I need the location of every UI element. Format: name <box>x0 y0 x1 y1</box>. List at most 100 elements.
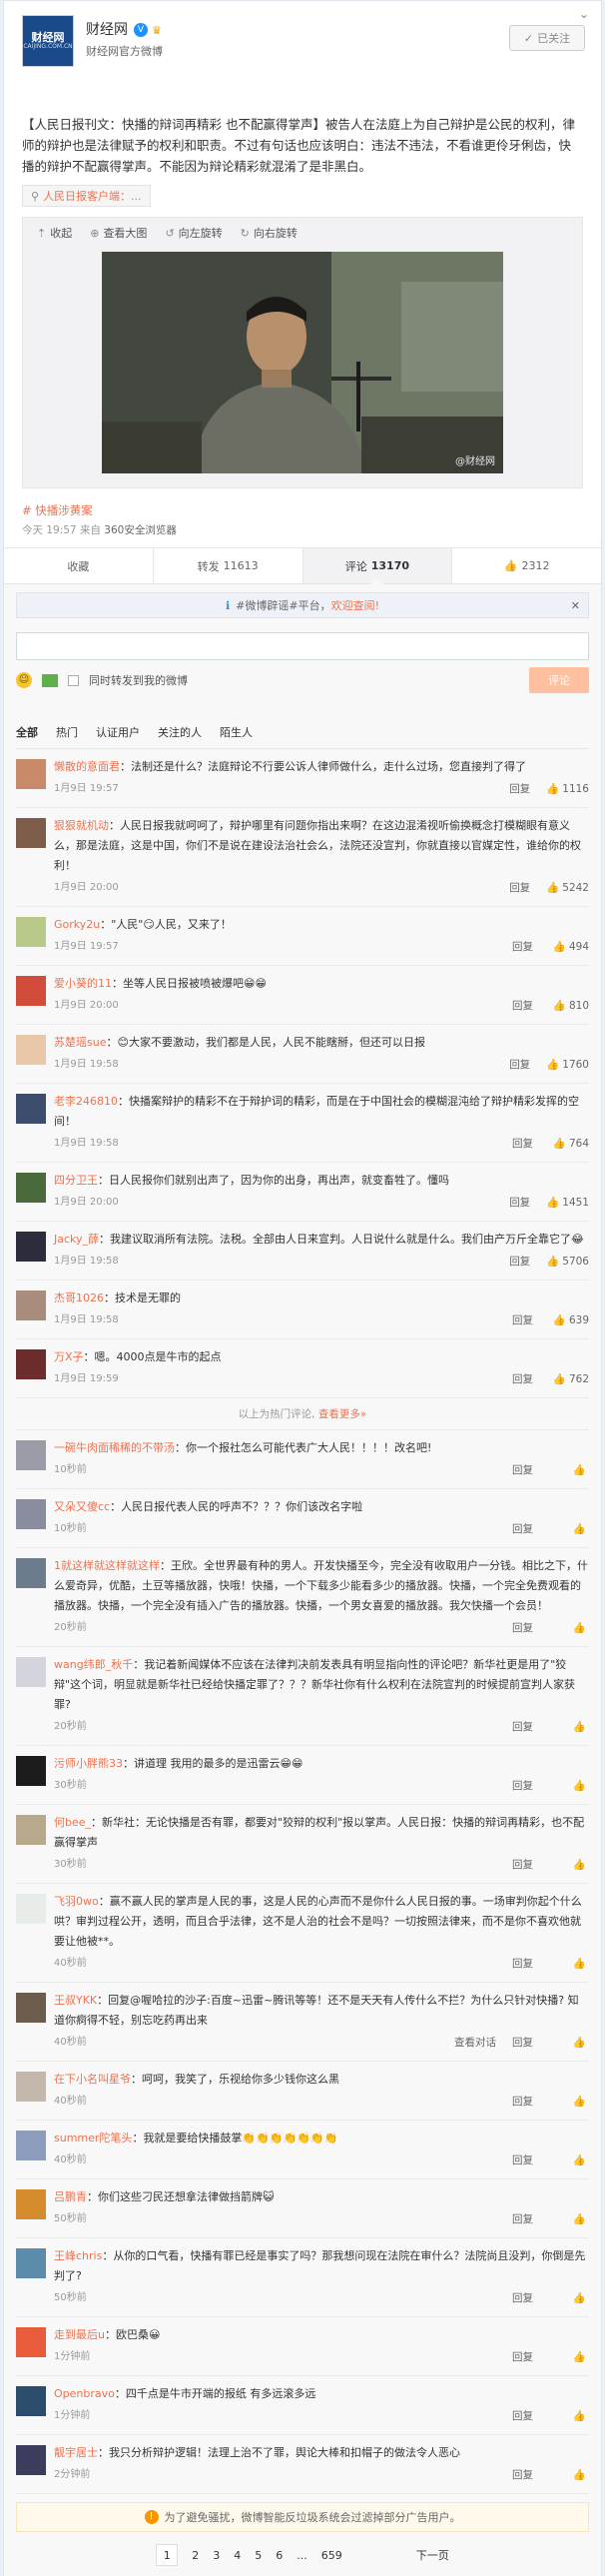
commenter-avatar[interactable] <box>16 818 46 848</box>
comment-like-button[interactable]: 👍 639 <box>549 1310 589 1330</box>
account-name[interactable]: 财经网 V ♛ <box>86 19 162 39</box>
chevron-down-icon[interactable]: ⌄ <box>579 7 589 21</box>
page-link[interactable]: 3 <box>213 2549 220 2562</box>
commenter-name[interactable]: 飞羽0wo <box>54 1895 99 1908</box>
post-time[interactable]: 今天 19:57 <box>22 524 77 536</box>
commenter-name[interactable]: 走到最后u <box>54 2328 105 2341</box>
reply-button[interactable]: 回复 <box>512 2092 533 2112</box>
collect-button[interactable]: 收藏 <box>4 548 154 583</box>
reply-button[interactable]: 回复 <box>512 1855 533 1875</box>
page-link[interactable]: 1 <box>156 2544 179 2566</box>
reply-button[interactable]: 回复 <box>512 1369 533 1389</box>
commenter-avatar[interactable] <box>16 1657 46 1687</box>
reply-button[interactable]: 回复 <box>512 937 533 957</box>
comment-like-button[interactable]: 👍 <box>549 1618 589 1638</box>
commenter-avatar[interactable] <box>16 1756 46 1786</box>
comment-like-button[interactable]: 👍 <box>549 1776 589 1796</box>
reply-button[interactable]: 回复 <box>509 1055 530 1075</box>
comment-like-button[interactable]: 👍 <box>549 1460 589 1480</box>
comment-like-button[interactable]: 👍 1451 <box>546 1193 589 1213</box>
comment-button[interactable]: 评论 13170 <box>302 548 453 584</box>
filter-all[interactable]: 全部 <box>16 724 38 740</box>
filter-hot[interactable]: 热门 <box>56 724 78 740</box>
comment-like-button[interactable]: 👍 <box>549 2288 589 2308</box>
comment-like-button[interactable]: 👍 <box>549 1954 589 1974</box>
comment-like-button[interactable]: 👍 <box>549 1717 589 1737</box>
commenter-avatar[interactable] <box>16 976 46 1006</box>
commenter-avatar[interactable] <box>16 1035 46 1065</box>
commenter-name[interactable]: 狠狠就机动 <box>54 819 109 832</box>
post-photo[interactable]: @财经网 <box>102 252 503 473</box>
comment-like-button[interactable]: 👍 764 <box>549 1134 589 1154</box>
page-link[interactable]: 5 <box>255 2549 262 2562</box>
commenter-avatar[interactable] <box>16 2327 46 2357</box>
repost-button[interactable]: 转发 11613 <box>154 548 303 583</box>
reply-button[interactable]: 回复 <box>512 1954 533 1974</box>
commenter-avatar[interactable] <box>16 2386 46 2416</box>
commenter-avatar[interactable] <box>16 1173 46 1203</box>
reply-button[interactable]: 回复 <box>512 2209 533 2229</box>
commenter-name[interactable]: 王峰chris <box>54 2249 102 2262</box>
reply-button[interactable]: 回复 <box>512 1618 533 1638</box>
reply-button[interactable]: 回复 <box>512 1717 533 1737</box>
reply-button[interactable]: 回复 <box>512 1776 533 1796</box>
source-tag[interactable]: ⚲ 人民日报客户端：... <box>22 185 151 207</box>
commenter-name[interactable]: summer陀笔头 <box>54 2132 132 2145</box>
reply-button[interactable]: 回复 <box>512 1460 533 1480</box>
next-page-button[interactable]: 下一页 <box>416 2547 449 2563</box>
comment-like-button[interactable]: 👍 <box>549 2033 589 2053</box>
commenter-avatar[interactable] <box>16 1440 46 1470</box>
emoji-icon[interactable]: ☺ <box>16 672 32 688</box>
commenter-name[interactable]: 懒散的意面君 <box>54 760 120 773</box>
comment-like-button[interactable]: 👍 <box>549 2150 589 2170</box>
commenter-avatar[interactable] <box>16 1349 46 1379</box>
filter-verified[interactable]: 认证用户 <box>96 724 140 740</box>
comment-like-button[interactable]: 👍 1116 <box>546 779 589 799</box>
reply-button[interactable]: 回复 <box>509 1252 530 1272</box>
comment-like-button[interactable]: 👍 1760 <box>546 1055 589 1075</box>
comment-like-button[interactable]: 👍 <box>549 2092 589 2112</box>
reply-button[interactable]: 回复 <box>512 2033 533 2053</box>
commenter-avatar[interactable] <box>16 1558 46 1588</box>
reply-button[interactable]: 回复 <box>512 2406 533 2426</box>
reply-button[interactable]: 回复 <box>512 1134 533 1154</box>
comment-input[interactable] <box>16 632 589 660</box>
reply-button[interactable]: 回复 <box>512 2150 533 2170</box>
commenter-avatar[interactable] <box>16 1993 46 2023</box>
image-icon[interactable] <box>42 673 58 687</box>
commenter-avatar[interactable] <box>16 1290 46 1320</box>
comment-like-button[interactable]: 👍 <box>549 2209 589 2229</box>
reply-button[interactable]: 回复 <box>509 878 530 898</box>
comment-like-button[interactable]: 👍 <box>549 1855 589 1875</box>
commenter-avatar[interactable] <box>16 759 46 789</box>
commenter-name[interactable]: 老李246810 <box>54 1095 118 1108</box>
commenter-name[interactable]: 何bee_ <box>54 1816 91 1829</box>
filter-following[interactable]: 关注的人 <box>158 724 202 740</box>
close-icon[interactable]: ✕ <box>571 599 580 612</box>
commenter-avatar[interactable] <box>16 2131 46 2160</box>
repost-checkbox[interactable] <box>68 674 79 686</box>
collapse-button[interactable]: ⇡ 收起 <box>37 225 72 241</box>
commenter-avatar[interactable] <box>16 1499 46 1529</box>
comment-like-button[interactable]: 👍 5242 <box>546 878 589 898</box>
commenter-name[interactable]: 杰哥1026 <box>54 1291 104 1304</box>
commenter-name[interactable]: 万X子 <box>54 1350 84 1363</box>
commenter-avatar[interactable] <box>16 917 46 947</box>
reply-button[interactable]: 回复 <box>512 2465 533 2485</box>
commenter-name[interactable]: 污师小胖熊33 <box>54 1757 123 1770</box>
comment-like-button[interactable]: 👍 <box>549 2406 589 2426</box>
comment-like-button[interactable]: 👍 762 <box>549 1369 589 1389</box>
reply-button[interactable]: 回复 <box>512 2347 533 2367</box>
comment-like-button[interactable]: 👍 5706 <box>546 1252 589 1272</box>
page-link[interactable]: 2 <box>192 2549 199 2562</box>
commenter-avatar[interactable] <box>16 2445 46 2475</box>
rotate-left-button[interactable]: ↺ 向左旋转 <box>165 225 222 241</box>
page-link[interactable]: 4 <box>234 2549 241 2562</box>
reply-button[interactable]: 回复 <box>512 1310 533 1330</box>
rotate-right-button[interactable]: ↻ 向右旋转 <box>241 225 298 241</box>
comment-like-button[interactable]: 👍 <box>549 2465 589 2485</box>
commenter-avatar[interactable] <box>16 1894 46 1924</box>
commenter-name[interactable]: 在下小名叫星爷 <box>54 2073 131 2086</box>
like-button[interactable]: 👍 2312 <box>452 548 601 583</box>
page-link[interactable]: 6 <box>276 2549 283 2562</box>
